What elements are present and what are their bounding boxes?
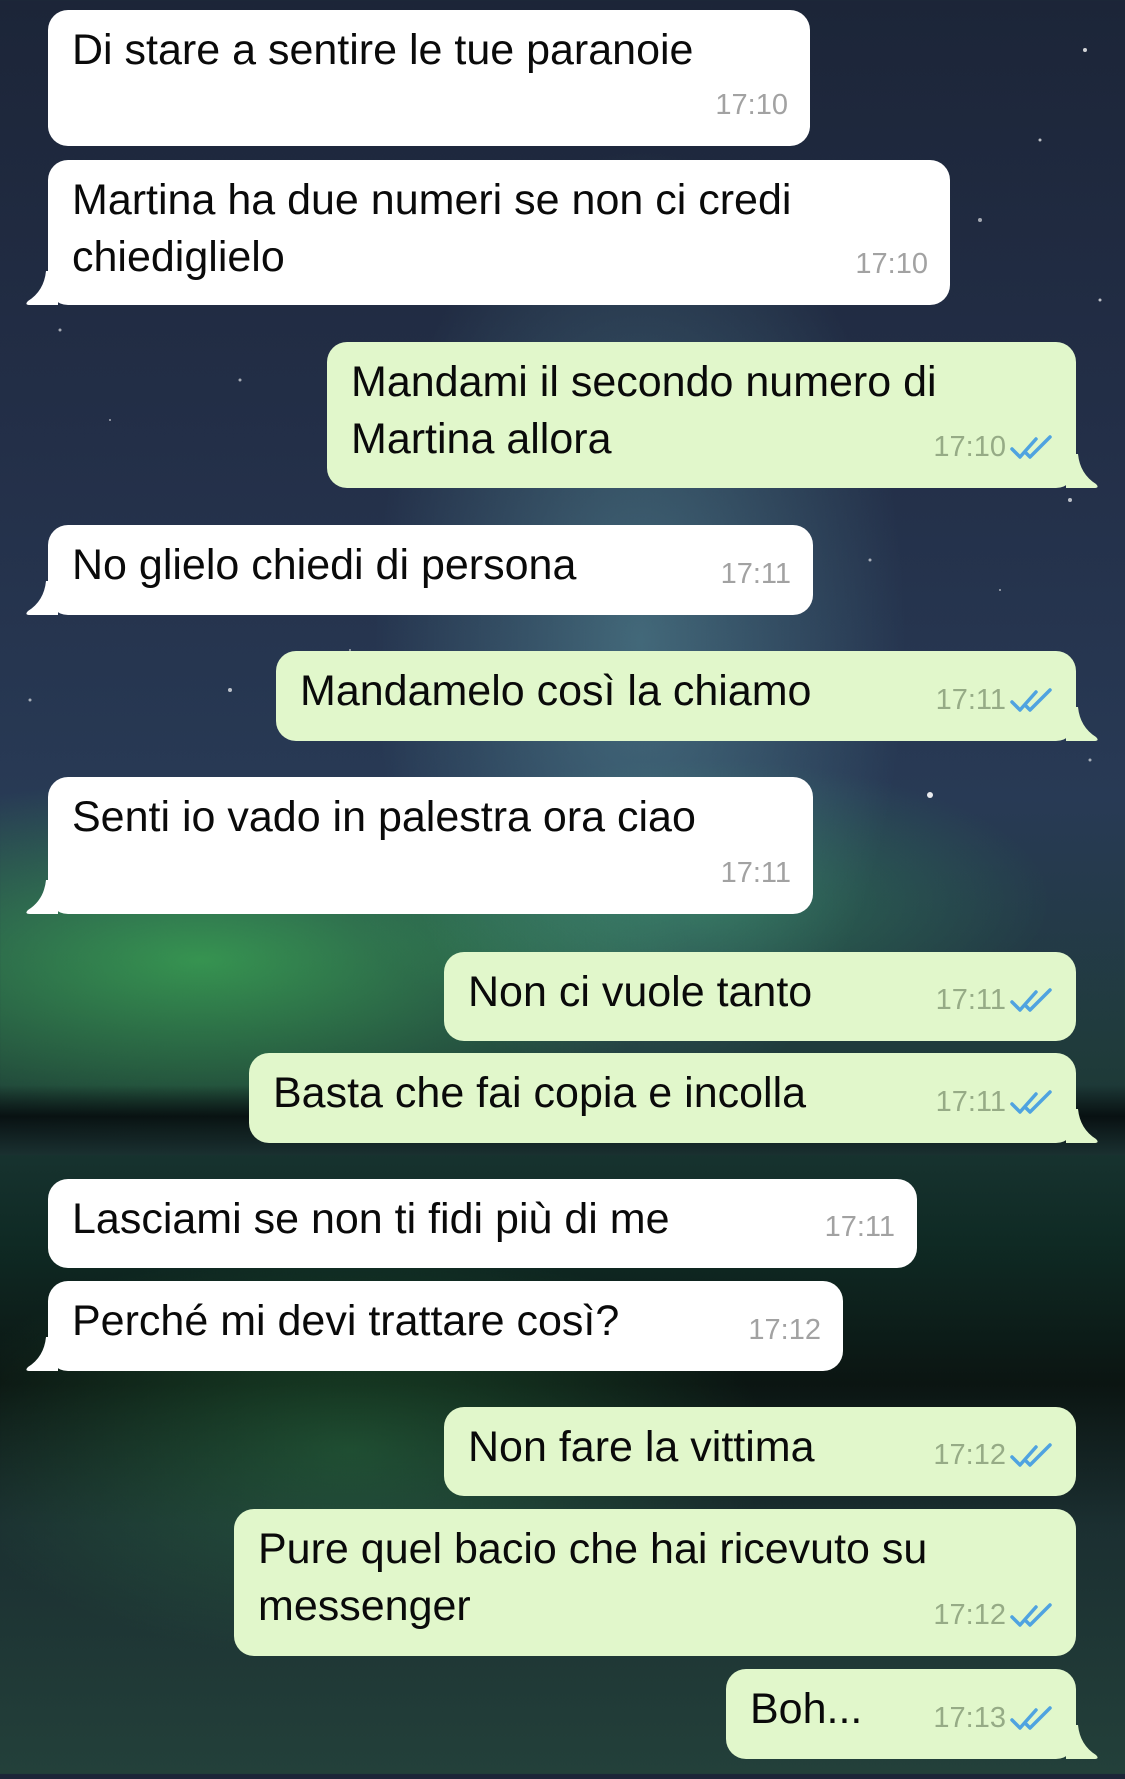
message-bubble-incoming[interactable]: No glielo chiedi di persona 17:11 [26, 525, 813, 615]
message-time: 17:12 [748, 1314, 821, 1346]
message-time: 17:12 [933, 1599, 1006, 1631]
message-time: 17:13 [933, 1702, 1006, 1734]
message-text: Senti io vado in palestra ora ciao [72, 793, 696, 841]
bubble-tail [1066, 1109, 1098, 1143]
message-bubble-incoming[interactable]: Senti io vado in palestra ora ciao 17:11 [26, 777, 813, 914]
message-meta: 17:11 [936, 672, 1054, 729]
message-time: 17:11 [935, 984, 1006, 1016]
double-check-icon [1010, 987, 1052, 1012]
message-text: Lasciami se non ti fidi più di me [72, 1195, 670, 1243]
message-time: 17:11 [720, 558, 791, 590]
message-meta: 17:11 [936, 972, 1054, 1029]
double-check-icon [1010, 434, 1052, 459]
message-time: 17:12 [933, 1439, 1006, 1471]
message-text: Perché mi devi trattare così? [72, 1297, 620, 1345]
message-meta: 17:11 [825, 1199, 895, 1256]
bubble-tail [1066, 1725, 1098, 1759]
message-time: 17:10 [715, 89, 788, 121]
message-meta: 17:13 [933, 1690, 1054, 1747]
double-check-icon [1010, 687, 1052, 712]
message-meta: 17:11 [721, 546, 791, 603]
bubble-tail [26, 271, 58, 305]
message-meta: 17:10 [855, 236, 928, 293]
bubble-tail [1066, 454, 1098, 488]
message-time: 17:10 [933, 431, 1006, 463]
message-time: 17:11 [935, 684, 1006, 716]
double-check-icon [1010, 1442, 1052, 1467]
bubble-tail [26, 581, 58, 615]
message-time: 17:11 [720, 857, 791, 889]
message-bubble-outgoing[interactable]: Basta che fai copia e incolla 17:11 [249, 1053, 1098, 1143]
message-meta: 17:10 [715, 77, 788, 134]
message-text: Martina ha due numeri se non ci credi ch… [72, 176, 804, 281]
message-meta: 17:11 [936, 1074, 1054, 1131]
message-bubble-outgoing[interactable]: Non ci vuole tanto 17:11 [444, 952, 1076, 1041]
message-bubble-outgoing[interactable]: Mandami il secondo numero di Martina all… [327, 342, 1098, 488]
message-bubble-incoming[interactable]: Lasciami se non ti fidi più di me 17:11 [48, 1179, 917, 1268]
message-meta: 17:12 [933, 1587, 1054, 1644]
message-bubble-incoming[interactable]: Perché mi devi trattare così? 17:12 [26, 1281, 843, 1371]
bubble-tail [26, 880, 58, 914]
message-text: No glielo chiedi di persona [72, 541, 577, 589]
message-bubble-incoming[interactable]: Martina ha due numeri se non ci credi ch… [26, 160, 950, 305]
double-check-icon [1010, 1089, 1052, 1114]
message-bubble-outgoing[interactable]: Non fare la vittima 17:12 [444, 1407, 1076, 1496]
message-time: 17:10 [855, 248, 928, 280]
message-bubble-incoming[interactable]: Di stare a sentire le tue paranoie 17:10 [48, 10, 810, 146]
message-meta: 17:12 [933, 1427, 1054, 1484]
message-meta: 17:12 [748, 1302, 821, 1359]
message-time: 17:11 [824, 1211, 895, 1243]
double-check-icon [1010, 1602, 1052, 1627]
double-check-icon [1010, 1705, 1052, 1730]
message-bubble-outgoing[interactable]: Mandamelo così la chiamo 17:11 [276, 651, 1098, 741]
message-meta: 17:10 [933, 419, 1054, 476]
message-bubble-outgoing[interactable]: Pure quel bacio che hai ricevuto su mess… [234, 1509, 1076, 1656]
message-meta: 17:11 [721, 845, 791, 902]
message-bubble-outgoing[interactable]: Boh... 17:13 [726, 1669, 1098, 1759]
bubble-tail [26, 1337, 58, 1371]
message-time: 17:11 [935, 1086, 1006, 1118]
bubble-tail [1066, 707, 1098, 741]
message-text: Di stare a sentire le tue paranoie [72, 26, 694, 74]
